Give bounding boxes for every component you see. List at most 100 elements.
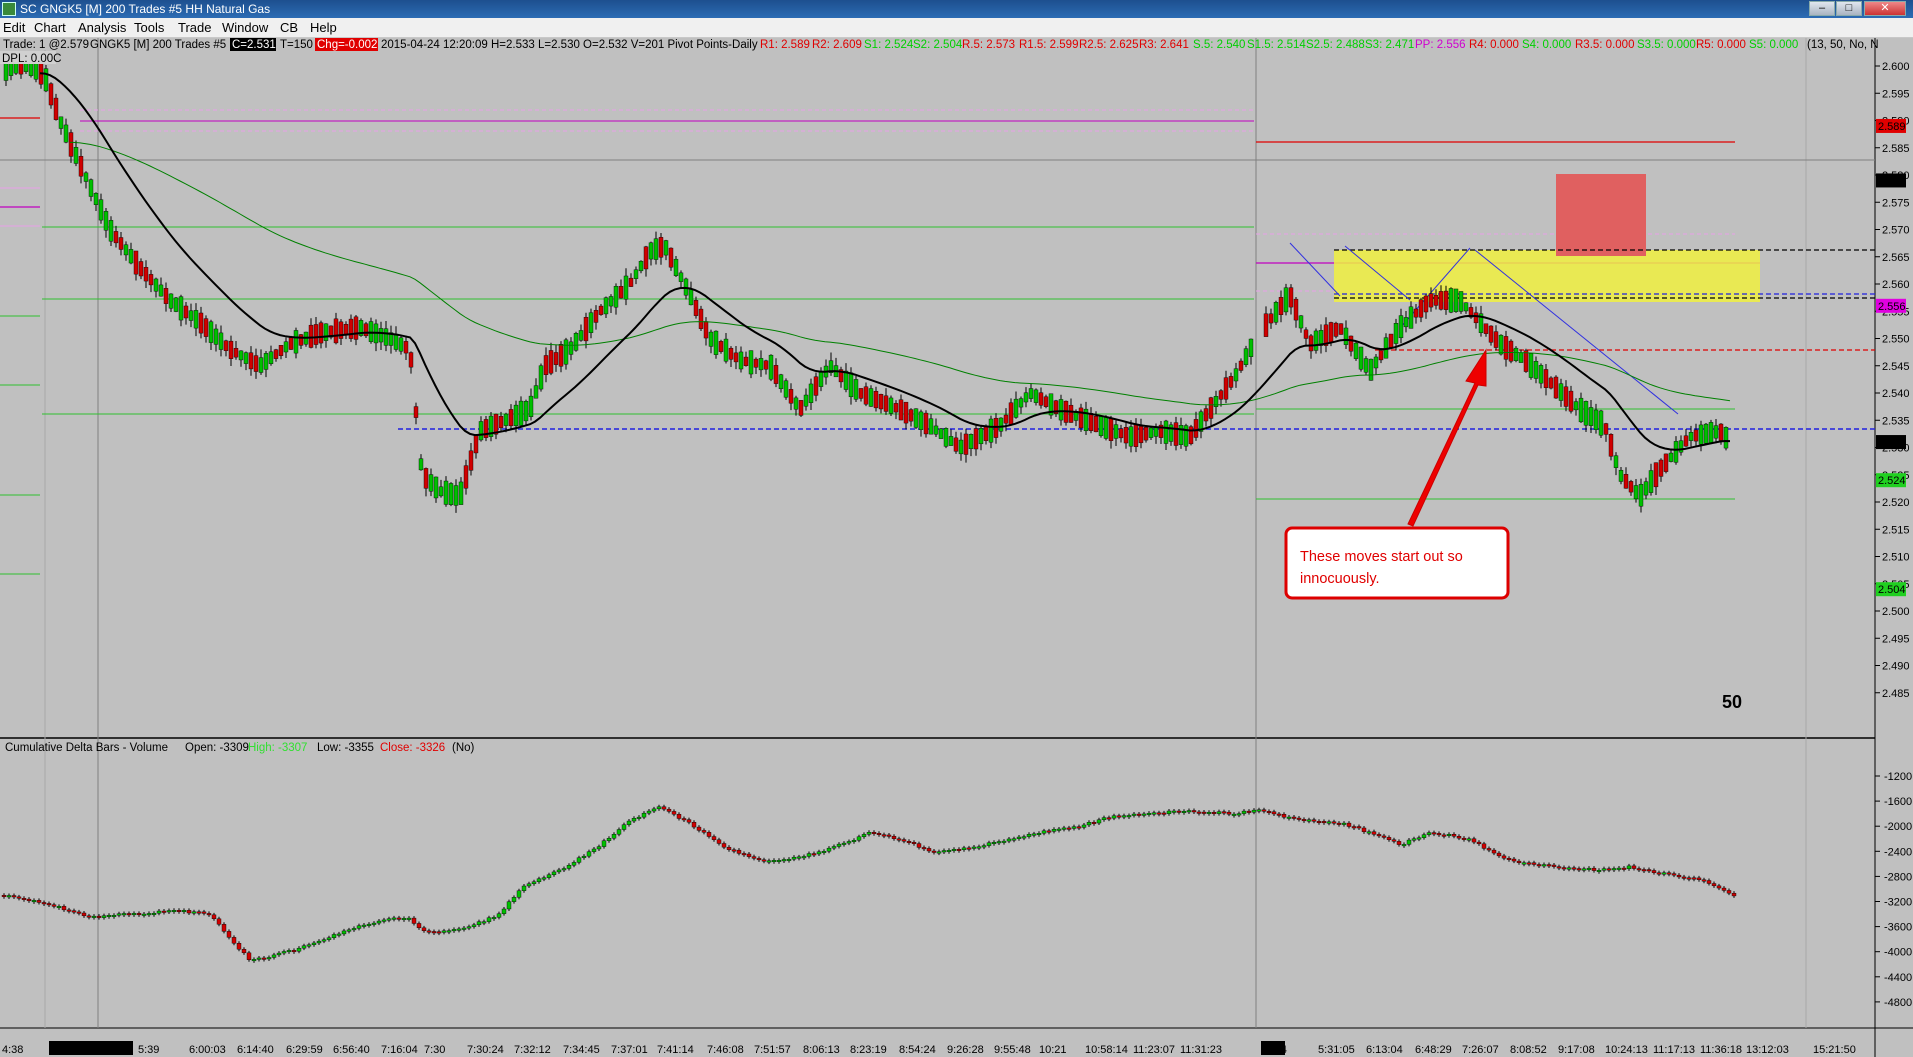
delta-bar — [606, 838, 612, 841]
delta-bar — [1271, 811, 1277, 815]
price-tick-label: 2.485 — [1882, 688, 1910, 700]
candle-body — [1098, 416, 1104, 436]
delta-bar — [1001, 840, 1007, 843]
candle-body — [53, 97, 59, 120]
candle-body — [1418, 299, 1424, 318]
time-label: 5:39 — [138, 1044, 159, 1056]
time-label: 6:13:04 — [1366, 1044, 1403, 1056]
menu-help[interactable]: Help — [310, 20, 337, 35]
price-marker-label: 2.589 — [1878, 121, 1906, 133]
delta-bar — [1706, 880, 1712, 884]
candle-body — [1698, 424, 1704, 445]
menu-edit[interactable]: Edit — [3, 20, 25, 35]
candle-body — [1608, 434, 1614, 457]
delta-bar — [1546, 864, 1552, 867]
candle-body — [433, 476, 439, 499]
delta-bar — [1261, 809, 1267, 812]
candle-body — [318, 322, 324, 344]
delta-bar — [356, 925, 362, 929]
delta-bar — [1516, 860, 1522, 863]
delta-bar — [936, 851, 942, 854]
delta-bar — [1156, 812, 1162, 815]
candle-body — [1408, 306, 1414, 329]
candle-body — [678, 272, 684, 282]
time-label: 7:16:04 — [381, 1044, 418, 1056]
candle-body — [128, 249, 134, 264]
candle-body — [1068, 404, 1074, 423]
chart-area[interactable]: Trade: 1 @2.579 GNGK5 [M] 200 Trades #5 … — [0, 38, 1913, 1057]
delta-bar — [681, 818, 687, 821]
delta-bar — [1656, 872, 1662, 875]
delta-bar — [1036, 833, 1042, 835]
delta-bar — [431, 931, 437, 934]
delta-bar — [581, 855, 587, 858]
delta-bar — [416, 923, 422, 929]
time-label: 4:38 — [2, 1044, 23, 1056]
delta-bar — [501, 908, 507, 914]
maximize-button[interactable]: □ — [1836, 1, 1862, 16]
price-tick-label: 2.600 — [1882, 61, 1910, 73]
change-label: Chg=-0.002 — [317, 39, 377, 51]
menu-tools[interactable]: Tools — [134, 20, 164, 35]
delta-bar — [1411, 838, 1417, 841]
candle-body — [1348, 335, 1354, 352]
delta-bar — [771, 860, 777, 863]
candle-body — [743, 356, 749, 366]
delta-bar — [811, 853, 817, 856]
delta-bar — [176, 910, 182, 912]
candle-body — [383, 328, 389, 346]
delta-tick-label: -3600 — [1884, 922, 1912, 934]
delta-bar — [1, 895, 7, 897]
candle-body — [1123, 427, 1129, 444]
delta-bar — [1421, 834, 1427, 838]
minimize-button[interactable]: – — [1809, 1, 1835, 16]
delta-bar — [136, 913, 142, 916]
price-tick-label: 2.575 — [1882, 197, 1910, 209]
delta-bar — [1336, 822, 1342, 825]
delta-bar — [1191, 810, 1197, 813]
candle-body — [1353, 342, 1359, 359]
candle-body — [518, 400, 524, 426]
candle-body — [1533, 361, 1539, 379]
menu-analysis[interactable]: Analysis — [78, 20, 126, 35]
menu-trade[interactable]: Trade — [178, 20, 211, 35]
menu-window[interactable]: Window — [222, 20, 268, 35]
delta-bar — [881, 834, 887, 837]
delta-bar — [1246, 810, 1252, 813]
menu-chart[interactable]: Chart — [34, 20, 66, 35]
delta-bar — [571, 862, 577, 866]
candle-body — [73, 147, 79, 164]
candle-body — [78, 156, 84, 177]
delta-tick-label: -2000 — [1884, 821, 1912, 833]
delta-bar — [1086, 822, 1092, 826]
time-label: 6:48:29 — [1415, 1044, 1452, 1056]
candle-body — [1028, 388, 1034, 399]
price-tick-label: 2.550 — [1882, 334, 1910, 346]
time-label: 6:00:03 — [189, 1044, 226, 1056]
delta-bar — [846, 841, 852, 844]
delta-bar — [1141, 813, 1147, 816]
delta-bar — [131, 913, 137, 916]
app-icon — [2, 2, 16, 16]
delta-bar — [1171, 810, 1177, 813]
delta-bar — [181, 910, 187, 913]
candle-body — [1288, 287, 1294, 308]
delta-bar — [141, 913, 147, 916]
candle-body — [1268, 313, 1274, 324]
delta-bar — [1331, 821, 1337, 824]
delta-bar — [161, 910, 167, 913]
delta-bar — [896, 838, 902, 841]
candle-body — [68, 132, 74, 157]
time-label: 7:26:07 — [1462, 1044, 1499, 1056]
candle-body — [58, 116, 64, 129]
candle-body — [1263, 313, 1269, 337]
close-button[interactable]: ✕ — [1864, 1, 1906, 16]
candle-body — [298, 334, 304, 346]
menu-cb[interactable]: CB — [280, 20, 298, 35]
annotation-text-line2: innocuously. — [1300, 571, 1380, 587]
candle-body — [1543, 369, 1549, 388]
delta-bar — [666, 808, 672, 812]
delta-bar — [261, 957, 267, 960]
time-label: 7:30 — [424, 1044, 445, 1056]
delta-bar — [621, 824, 627, 830]
